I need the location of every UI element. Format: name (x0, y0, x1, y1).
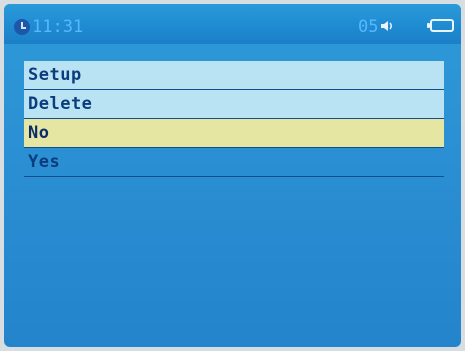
speaker-icon (381, 21, 392, 31)
menu-item-label: Delete (28, 94, 93, 114)
menu-item-setup[interactable]: Setup (24, 61, 444, 90)
menu-item-label: Yes (28, 152, 61, 172)
menu-item-yes[interactable]: Yes (24, 148, 444, 177)
device-frame: 11:31 05 Setup Delete No Yes (0, 0, 465, 351)
device-screen: 11:31 05 Setup Delete No Yes (4, 4, 461, 347)
menu-item-label: No (28, 123, 50, 143)
menu-item-delete[interactable]: Delete (24, 90, 444, 119)
status-bar: 11:31 05 (4, 4, 461, 44)
menu-list: Setup Delete No Yes (24, 61, 444, 177)
clock-icon (14, 19, 30, 35)
menu-item-no[interactable]: No (24, 119, 444, 148)
battery-icon (427, 19, 454, 32)
clock-time: 11:31 (32, 17, 84, 37)
menu-item-label: Setup (28, 65, 82, 85)
volume-level: 05 (358, 17, 379, 37)
